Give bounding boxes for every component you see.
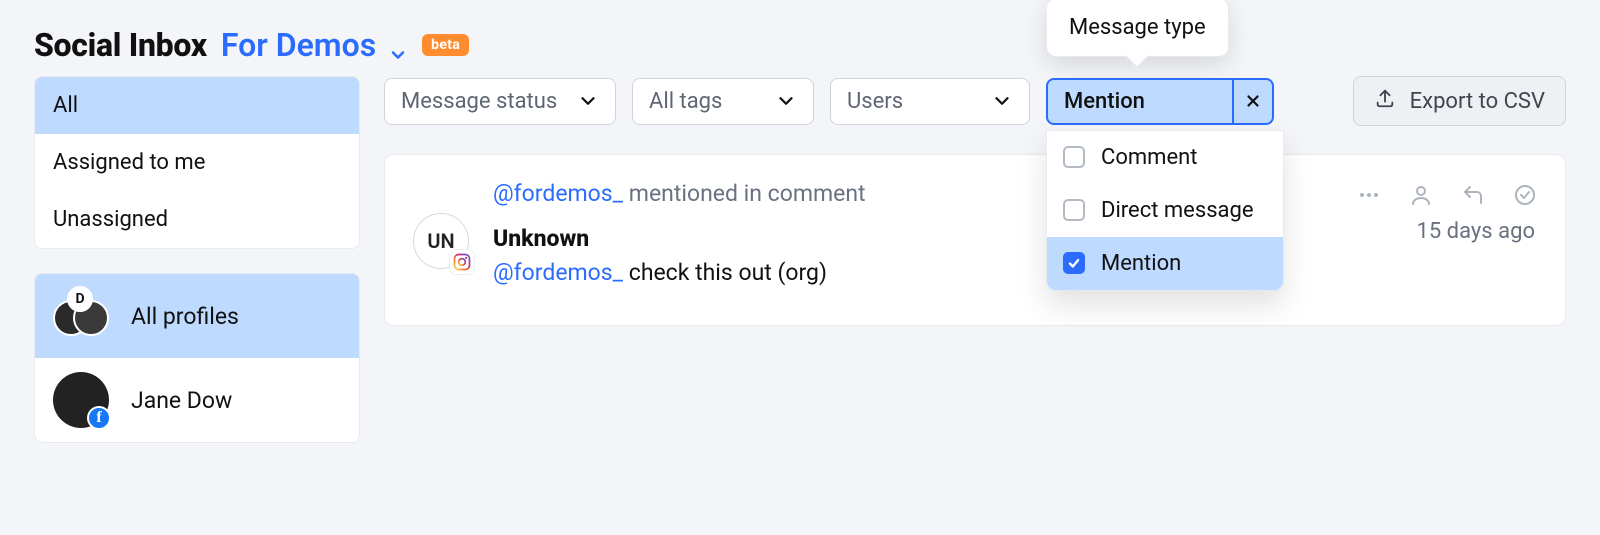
filter-label: All tags — [649, 89, 722, 114]
checkbox-unchecked-icon — [1063, 146, 1085, 168]
facebook-icon: f — [87, 406, 111, 430]
chevron-down-icon — [991, 90, 1013, 112]
option-label: Direct message — [1101, 198, 1254, 223]
mention-handle[interactable]: @fordemos_ — [493, 180, 623, 207]
filter-message-status[interactable]: Message status — [384, 78, 616, 125]
filter-label: Message status — [401, 89, 557, 114]
chevron-down-icon — [388, 35, 408, 55]
page-title: Social Inbox — [34, 26, 207, 64]
page-header: Social Inbox For Demos beta — [0, 0, 1600, 76]
reply-icon[interactable] — [1461, 183, 1485, 207]
message-time: 15 days ago — [1417, 219, 1536, 244]
dropdown-option-comment[interactable]: Comment — [1047, 131, 1283, 184]
export-csv-button[interactable]: Export to CSV — [1353, 76, 1566, 126]
sidebar-item-label: Unassigned — [53, 207, 168, 232]
chevron-down-icon — [775, 90, 797, 112]
avatar: f — [53, 372, 109, 428]
filter-users[interactable]: Users — [830, 78, 1030, 125]
checkbox-checked-icon — [1063, 252, 1085, 274]
avatar-cluster: D — [53, 288, 109, 344]
sidebar-item-assigned[interactable]: Assigned to me — [35, 134, 359, 191]
workspace-name: For Demos — [221, 26, 376, 64]
chevron-down-icon — [577, 90, 599, 112]
message-text: check this out (org) — [629, 259, 827, 286]
filter-label: Users — [847, 89, 903, 114]
profile-item-jane[interactable]: f Jane Dow — [35, 358, 359, 442]
message-type-dropdown: Comment Direct message Mention — [1046, 130, 1284, 291]
cluster-badge: D — [67, 286, 93, 312]
message-avatar: UN — [413, 213, 469, 269]
sidebar-item-unassigned[interactable]: Unassigned — [35, 191, 359, 248]
mention-handle[interactable]: @fordemos_ — [493, 259, 623, 286]
export-label: Export to CSV — [1410, 89, 1545, 114]
inbox-filter-list: All Assigned to me Unassigned — [34, 76, 360, 249]
option-label: Mention — [1101, 251, 1181, 276]
beta-badge: beta — [422, 34, 469, 56]
upload-icon — [1374, 87, 1396, 115]
checkbox-unchecked-icon — [1063, 199, 1085, 221]
filter-tags[interactable]: All tags — [632, 78, 814, 125]
dropdown-option-direct-message[interactable]: Direct message — [1047, 184, 1283, 237]
option-label: Comment — [1101, 145, 1197, 170]
profile-item-all[interactable]: D All profiles — [35, 274, 359, 358]
filter-bar: Message status All tags Users Message ty… — [384, 76, 1566, 126]
filter-message-type[interactable]: Mention — [1046, 78, 1274, 125]
more-icon[interactable] — [1357, 183, 1381, 207]
assign-user-icon[interactable] — [1409, 183, 1433, 207]
workspace-picker[interactable]: For Demos — [221, 26, 408, 64]
profile-label: All profiles — [131, 303, 239, 330]
tooltip-message-type: Message type — [1046, 0, 1229, 57]
mark-done-icon[interactable] — [1513, 183, 1537, 207]
clear-filter-button[interactable] — [1232, 80, 1272, 123]
message-actions — [1357, 183, 1537, 207]
instagram-icon — [449, 249, 475, 275]
sidebar-item-label: Assigned to me — [53, 150, 205, 175]
profile-label: Jane Dow — [131, 387, 232, 414]
message-card[interactable]: UN @fordemos_ mentioned in comment Unkno… — [384, 154, 1566, 326]
filter-label: Mention — [1064, 89, 1218, 114]
message-context: mentioned in comment — [629, 180, 866, 207]
profile-list: D All profiles f Jane Dow — [34, 273, 360, 443]
sidebar-item-all[interactable]: All — [35, 77, 359, 134]
sidebar-item-label: All — [53, 93, 78, 118]
dropdown-option-mention[interactable]: Mention — [1047, 237, 1283, 290]
